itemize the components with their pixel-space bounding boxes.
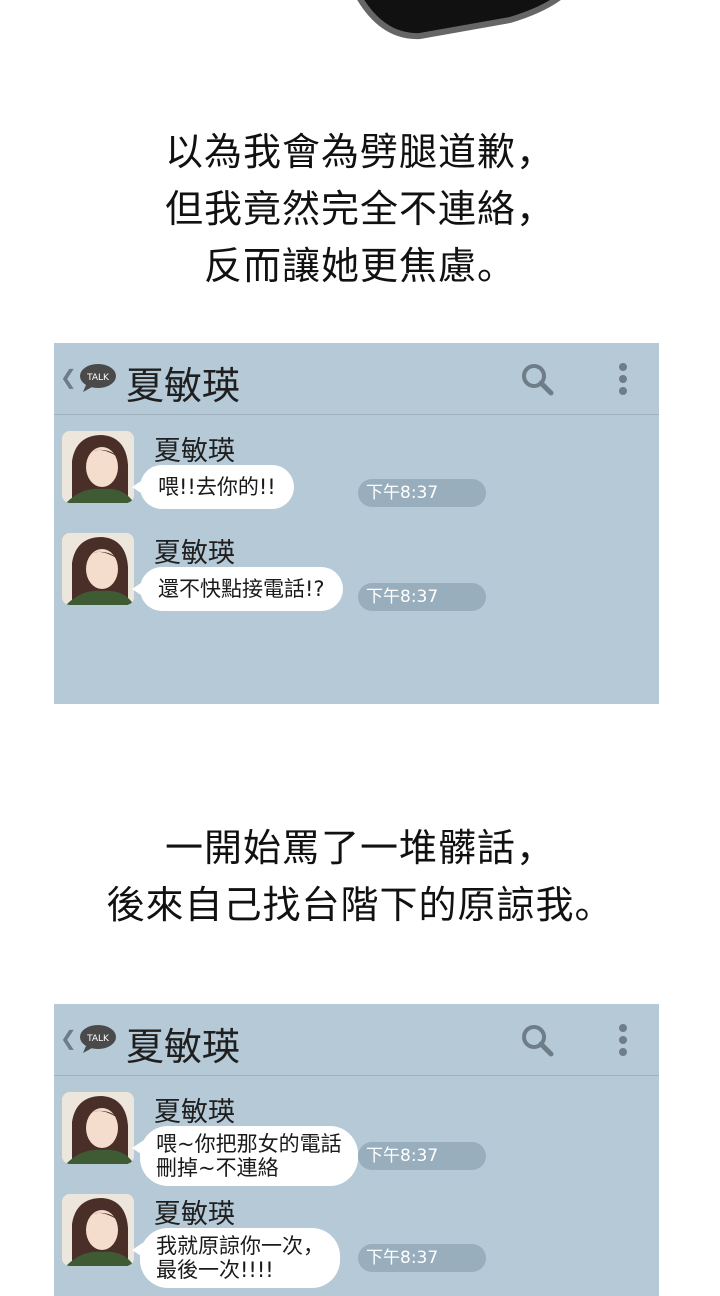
narration-line: 後來自己找台階下的原諒我。 bbox=[106, 883, 614, 927]
avatar[interactable] bbox=[62, 1194, 134, 1266]
message-text: 最後一次!!!! bbox=[156, 1258, 274, 1282]
search-icon[interactable] bbox=[519, 361, 555, 397]
message-timestamp: 下午8:37 bbox=[358, 1142, 486, 1170]
message-text: 喂~你把那女的電話 bbox=[156, 1132, 342, 1156]
sender-name: 夏敏瑛 bbox=[154, 1199, 235, 1230]
chat-message: 夏敏瑛 還不快點接電話!? 下午8:37 bbox=[54, 533, 659, 629]
more-vertical-icon[interactable] bbox=[617, 361, 629, 397]
chevron-left-icon[interactable]: ❮ bbox=[60, 1026, 77, 1050]
talk-bubble-icon: TALK bbox=[80, 1025, 116, 1053]
message-bubble[interactable]: 喂!!去你的!! bbox=[132, 465, 294, 509]
talk-bubble-icon: TALK bbox=[80, 364, 116, 392]
message-timestamp: 下午8:37 bbox=[358, 1244, 486, 1272]
chevron-left-icon[interactable]: ❮ bbox=[60, 365, 77, 389]
chat-title: 夏敏瑛 bbox=[126, 364, 241, 408]
chat-header: ❮ TALK 夏敏瑛 bbox=[54, 343, 659, 415]
message-bubble[interactable]: 還不快點接電話!? bbox=[132, 567, 343, 611]
message-timestamp: 下午8:37 bbox=[358, 479, 486, 507]
narration-line: 反而讓她更焦慮。 bbox=[203, 244, 516, 288]
sender-name: 夏敏瑛 bbox=[154, 436, 235, 467]
message-text: 刪掉~不連絡 bbox=[156, 1156, 279, 1180]
message-timestamp: 下午8:37 bbox=[358, 583, 486, 611]
chat-window: ❮ TALK 夏敏瑛 夏敏瑛 喂!!去你的!! 下午8:37 夏敏瑛 還不快點接… bbox=[54, 343, 659, 704]
svg-text:TALK: TALK bbox=[86, 1034, 110, 1044]
avatar[interactable] bbox=[62, 533, 134, 605]
narration-line: 以為我會為劈腿道歉， bbox=[164, 130, 555, 174]
chat-message: 夏敏瑛 喂!!去你的!! 下午8:37 bbox=[54, 431, 659, 527]
message-bubble[interactable]: 我就原諒你一次， 最後一次!!!! bbox=[132, 1228, 340, 1288]
message-text: 喂!!去你的!! bbox=[158, 475, 276, 499]
more-vertical-icon[interactable] bbox=[617, 1022, 629, 1058]
phone-edge-illustration bbox=[357, 0, 561, 40]
search-icon[interactable] bbox=[519, 1022, 555, 1058]
chat-header: ❮ TALK 夏敏瑛 bbox=[54, 1004, 659, 1076]
sender-name: 夏敏瑛 bbox=[154, 1097, 235, 1128]
narration-line: 但我竟然完全不連絡， bbox=[164, 187, 555, 231]
sender-name: 夏敏瑛 bbox=[154, 538, 235, 569]
chat-message: 夏敏瑛 喂~你把那女的電話 刪掉~不連絡 下午8:37 bbox=[54, 1092, 659, 1188]
message-bubble[interactable]: 喂~你把那女的電話 刪掉~不連絡 bbox=[132, 1126, 358, 1186]
avatar[interactable] bbox=[62, 1092, 134, 1164]
narration-caption-top: 以為我會為劈腿道歉， 但我竟然完全不連絡， 反而讓她更焦慮。 bbox=[0, 124, 720, 295]
narration-line: 一開始罵了一堆髒話， bbox=[164, 826, 555, 870]
avatar[interactable] bbox=[62, 431, 134, 503]
chat-window: ❮ TALK 夏敏瑛 夏敏瑛 喂~你把那女的電話 刪掉~不連絡 下午8:37 夏… bbox=[54, 1004, 659, 1296]
chat-message: 夏敏瑛 我就原諒你一次， 最後一次!!!! 下午8:37 bbox=[54, 1194, 659, 1290]
chat-title: 夏敏瑛 bbox=[126, 1025, 241, 1069]
svg-text:TALK: TALK bbox=[86, 373, 110, 383]
message-text: 還不快點接電話!? bbox=[158, 577, 325, 601]
narration-caption-middle: 一開始罵了一堆髒話， 後來自己找台階下的原諒我。 bbox=[0, 820, 720, 934]
message-text: 我就原諒你一次， bbox=[156, 1234, 324, 1258]
